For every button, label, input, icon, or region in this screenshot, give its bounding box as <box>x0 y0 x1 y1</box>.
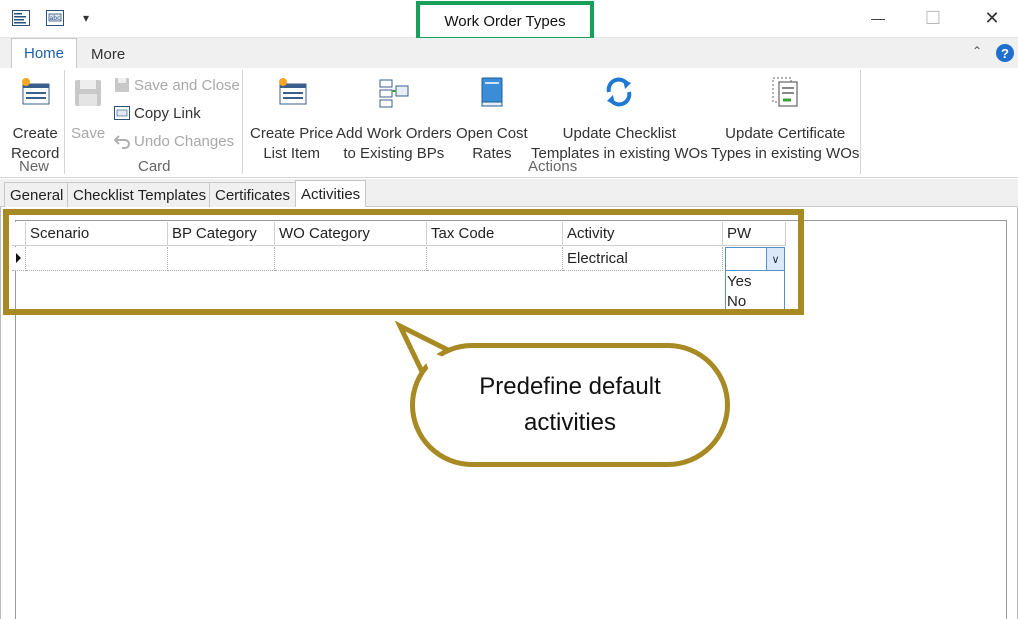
tab-general[interactable]: General <box>4 182 70 207</box>
refresh-icon <box>607 77 632 107</box>
undo-changes-label: Undo Changes <box>134 132 235 150</box>
group-separator <box>64 70 65 174</box>
record-tab-strip: General Checklist Templates Certificates… <box>0 179 1018 207</box>
tab-certificates[interactable]: Certificates <box>209 182 297 207</box>
save-close-icon <box>115 78 129 92</box>
update-checklist-label-1: Update Checklist <box>562 125 677 142</box>
create-record-button[interactable]: Create Record <box>11 74 59 164</box>
save-and-close-button[interactable]: Save and Close <box>114 74 240 96</box>
add-work-orders-button[interactable]: Add Work Orders to Existing BPs <box>336 74 452 164</box>
add-work-orders-label-2: to Existing BPs <box>343 145 445 162</box>
tab-checklist-templates[interactable]: Checklist Templates <box>67 182 213 207</box>
tab-checklist-templates-label: Checklist Templates <box>73 186 207 204</box>
annotation-highlight-box <box>3 209 804 315</box>
close-icon[interactable]: ✕ <box>980 6 1004 30</box>
copy-link-label: Copy Link <box>134 104 201 122</box>
save-button[interactable]: Save <box>71 74 105 144</box>
add-work-orders-icon <box>379 79 409 108</box>
link-icon <box>114 106 130 120</box>
create-price-list-item-button[interactable]: Create Price List Item <box>250 74 333 164</box>
tab-activities[interactable]: Activities <box>295 180 367 207</box>
tab-home-label: Home <box>24 45 65 62</box>
collapse-ribbon-icon[interactable]: ⌃ <box>972 44 982 58</box>
svg-text:abc: abc <box>50 15 61 22</box>
new-record-icon <box>22 78 50 105</box>
group-separator <box>860 70 861 174</box>
group-label-new: New <box>19 158 50 175</box>
callout-line-1: Predefine default <box>479 373 661 400</box>
title-bar: abc ▾ Work Order Types — ☐ ✕ <box>0 0 1018 41</box>
save-icon <box>75 80 102 106</box>
group-separator <box>242 70 243 174</box>
tab-more[interactable]: More <box>79 40 137 68</box>
qat-customize-icon[interactable]: ▾ <box>74 6 98 30</box>
add-work-orders-label-1: Add Work Orders <box>336 125 452 142</box>
save-label: Save <box>71 125 106 142</box>
callout-line-2: activities <box>523 409 617 436</box>
ribbon: Create Record New Save Save and Close Co… <box>0 68 1018 178</box>
maximize-icon[interactable]: ☐ <box>921 6 945 30</box>
help-icon[interactable]: ? <box>996 44 1014 62</box>
tab-activities-label: Activities <box>301 185 361 203</box>
price-list-icon <box>278 78 307 105</box>
copy-link-button[interactable]: Copy Link <box>114 102 201 124</box>
certificate-update-icon <box>772 77 798 107</box>
open-cost-rates-button[interactable]: Open Cost Rates <box>456 74 528 164</box>
tab-general-label: General <box>10 186 64 204</box>
group-label-actions: Actions <box>528 158 578 175</box>
undo-changes-button[interactable]: Undo Changes <box>114 130 234 152</box>
window-title: Work Order Types <box>416 1 594 41</box>
group-label-card: Card <box>138 158 171 175</box>
ribbon-tab-strip: Home More <box>0 38 1018 68</box>
update-checklist-templates-button[interactable]: Update Checklist Templates in existing W… <box>531 74 708 164</box>
open-cost-rates-label-2: Rates <box>472 145 512 162</box>
update-certificate-label-2: Types in existing WOs <box>711 145 860 162</box>
tab-certificates-label: Certificates <box>215 186 291 204</box>
create-price-list-item-label-1: Create Price <box>250 125 334 142</box>
callout-text: Predefine default activities <box>479 369 660 441</box>
tab-more-label: More <box>91 45 126 63</box>
form-icon[interactable] <box>12 10 30 26</box>
update-certificate-label-1: Update Certificate <box>725 125 846 142</box>
annotation-callout: Predefine default activities <box>410 343 730 467</box>
save-and-close-label: Save and Close <box>134 76 240 94</box>
minimize-icon[interactable]: — <box>866 6 890 30</box>
create-price-list-item-label-2: List Item <box>263 145 321 162</box>
create-record-label-1: Create <box>12 125 58 142</box>
abc-field-icon[interactable]: abc <box>46 10 64 26</box>
undo-icon <box>114 135 130 149</box>
update-certificate-types-button[interactable]: Update Certificate Types in existing WOs <box>711 74 859 164</box>
open-cost-rates-label-1: Open Cost <box>456 125 528 142</box>
book-icon <box>481 77 503 107</box>
window-title-text: Work Order Types <box>444 12 566 30</box>
tab-home[interactable]: Home <box>11 38 78 68</box>
